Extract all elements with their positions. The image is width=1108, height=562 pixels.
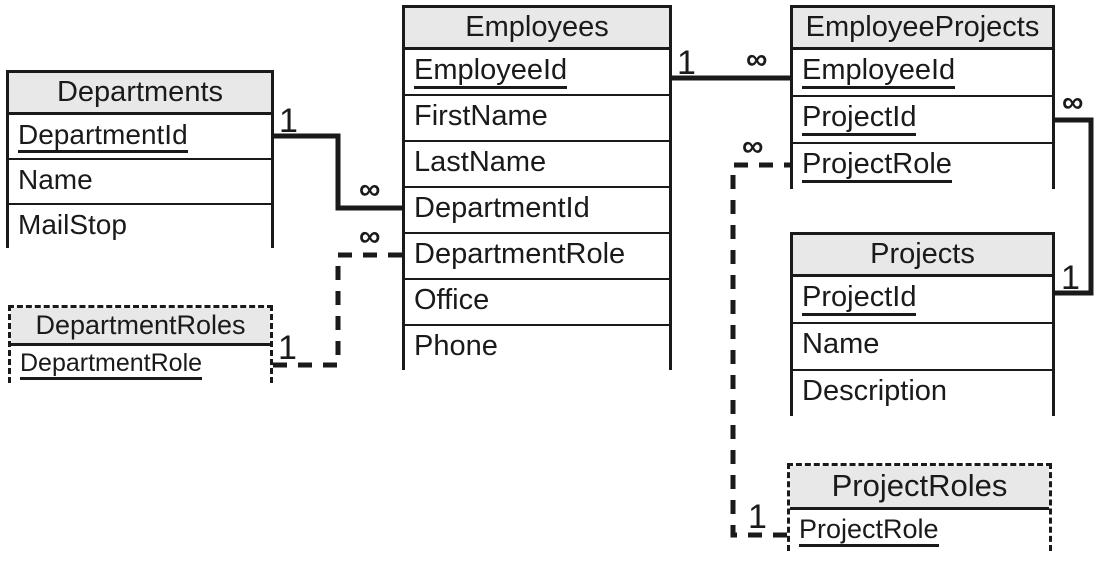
cardinality-card-ep-role-inf: ∞ — [742, 130, 763, 163]
attribute-label: DepartmentRole — [414, 238, 626, 270]
attribute-label: MailStop — [18, 209, 127, 240]
attribute-row[interactable]: Name — [793, 324, 1052, 371]
er-diagram-canvas: Departments DepartmentId Name MailStop Emplo… — [0, 0, 1108, 562]
cardinality-card-deptroles-one: 1 — [278, 329, 297, 367]
entity-title-departments: Departments — [9, 73, 271, 115]
attribute-label: ProjectRole — [799, 515, 939, 547]
attribute-label: EmployeeId — [802, 55, 956, 89]
attribute-row[interactable]: Name — [9, 160, 271, 205]
attribute-label: DepartmentId — [18, 120, 188, 153]
entity-title-employees: Employees — [405, 8, 669, 50]
attribute-label: ProjectRole — [802, 149, 952, 183]
attribute-row[interactable]: EmployeeId — [793, 50, 1052, 97]
attribute-row[interactable]: Office — [405, 280, 669, 326]
attribute-label: ProjectId — [802, 102, 917, 136]
attribute-row[interactable]: ProjectRole — [790, 510, 1049, 554]
cardinality-card-proj-one: 1 — [1061, 259, 1080, 297]
entity-departmentroles[interactable]: DepartmentRoles DepartmentRole — [8, 305, 273, 386]
attribute-row[interactable]: DepartmentId — [405, 188, 669, 234]
entity-title-departmentroles: DepartmentRoles — [11, 308, 270, 346]
entity-projects[interactable]: Projects ProjectId Name Description — [790, 232, 1055, 418]
attribute-label: DepartmentRole — [20, 350, 203, 380]
entity-projectroles[interactable]: ProjectRoles ProjectRole — [787, 463, 1052, 554]
entity-title-employeeprojects: EmployeeProjects — [793, 8, 1052, 50]
attribute-label: DepartmentId — [414, 192, 590, 224]
cardinality-card-ep-right-inf: ∞ — [1062, 86, 1083, 119]
cardinality-card-dept-one: 1 — [279, 102, 298, 140]
entity-title-projects: Projects — [793, 235, 1052, 277]
attribute-row[interactable]: DepartmentId — [9, 115, 271, 160]
attribute-row[interactable]: MailStop — [9, 205, 271, 250]
attribute-label: Phone — [414, 330, 498, 362]
attribute-row[interactable]: ProjectId — [793, 97, 1052, 144]
attribute-label: Name — [18, 164, 93, 195]
attribute-label: FirstName — [414, 100, 548, 132]
attribute-row[interactable]: LastName — [405, 142, 669, 188]
attribute-label: Office — [414, 284, 490, 316]
entity-employeeprojects[interactable]: EmployeeProjects EmployeeId ProjectId Proje… — [790, 5, 1055, 191]
attribute-row[interactable]: ProjectRole — [793, 144, 1052, 191]
attribute-label: Name — [802, 328, 880, 360]
attribute-label: EmployeeId — [414, 55, 568, 89]
attribute-row[interactable]: EmployeeId — [405, 50, 669, 96]
attribute-row[interactable]: ProjectId — [793, 277, 1052, 324]
entity-departments[interactable]: Departments DepartmentId Name MailStop — [6, 70, 274, 250]
relationship-departments-employees — [274, 133, 402, 211]
cardinality-card-projroles-one: 1 — [748, 498, 767, 536]
cardinality-card-emp-role-inf: ∞ — [359, 220, 380, 253]
attribute-label: Description — [802, 375, 948, 407]
entity-title-projectroles: ProjectRoles — [790, 466, 1049, 510]
attribute-row[interactable]: FirstName — [405, 96, 669, 142]
cardinality-card-emp-one: 1 — [677, 44, 696, 82]
entity-employees[interactable]: Employees EmployeeId FirstName LastName Depa… — [402, 5, 672, 372]
cardinality-card-emp-deptid-inf: ∞ — [359, 173, 380, 206]
attribute-row[interactable]: Description — [793, 371, 1052, 418]
relationship-projectroles-employeeprojects — [730, 162, 790, 538]
attribute-row[interactable]: DepartmentRole — [405, 234, 669, 280]
attribute-label: LastName — [414, 146, 547, 178]
attribute-row[interactable]: Phone — [405, 326, 669, 372]
cardinality-card-ep-inf: ∞ — [746, 43, 767, 76]
attribute-row[interactable]: DepartmentRole — [11, 346, 270, 386]
attribute-label: ProjectId — [802, 282, 917, 316]
